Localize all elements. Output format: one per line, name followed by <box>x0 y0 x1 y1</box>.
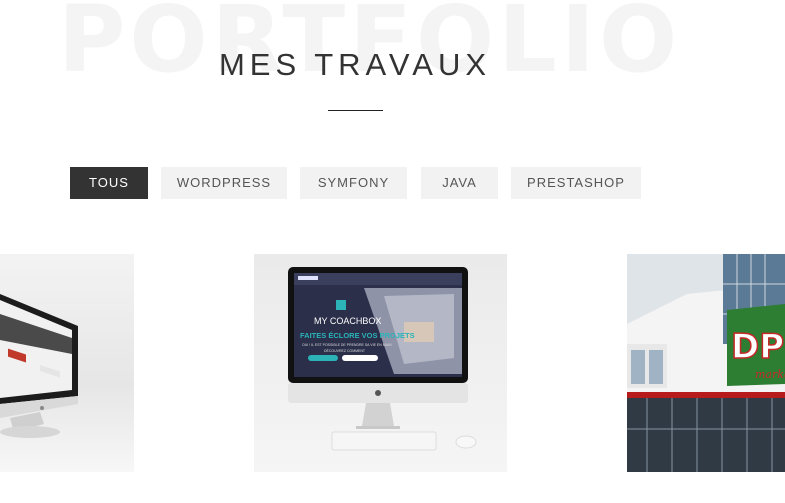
coachbox-subtext2: DÉCOUVREZ COMMENT <box>324 348 366 353</box>
filter-wordpress[interactable]: WORDPRESS <box>161 167 287 199</box>
dps-sign-market: market <box>755 368 785 381</box>
coachbox-button-1 <box>308 355 338 361</box>
portfolio-filters: TOUS WORDPRESS SYMFONY JAVA PRESTASHOP <box>0 167 785 199</box>
dps-sign-text: DPS <box>731 327 785 367</box>
title-divider <box>328 110 383 111</box>
filter-symfony[interactable]: SYMFONY <box>300 167 407 199</box>
page-title: MES TRAVAUX <box>218 46 492 82</box>
coachbox-logo: MY COACHBOX <box>314 316 381 326</box>
coachbox-button-2 <box>342 355 378 361</box>
coachbox-subtext: OUI ! IL EST POSSIBLE DE PRENDRE SA VIE … <box>302 343 392 347</box>
project-card-coachbox[interactable]: MY COACHBOX FAITES ÉCLORE VOS PROJETS OU… <box>254 254 507 472</box>
dps-market-image: DPS market <box>627 254 785 472</box>
imac-mockup-image <box>0 294 78 438</box>
filter-prestashop[interactable]: PRESTASHOP <box>511 167 641 199</box>
filter-tous[interactable]: TOUS <box>70 167 148 199</box>
coachbox-mockup-image: MY COACHBOX FAITES ÉCLORE VOS PROJETS OU… <box>288 267 477 451</box>
filter-java[interactable]: JAVA <box>421 167 498 199</box>
coachbox-headline: FAITES ÉCLORE VOS PROJETS <box>300 331 415 340</box>
project-card-imac[interactable] <box>0 254 134 472</box>
project-card-dps-market[interactable]: DPS market <box>627 254 785 472</box>
